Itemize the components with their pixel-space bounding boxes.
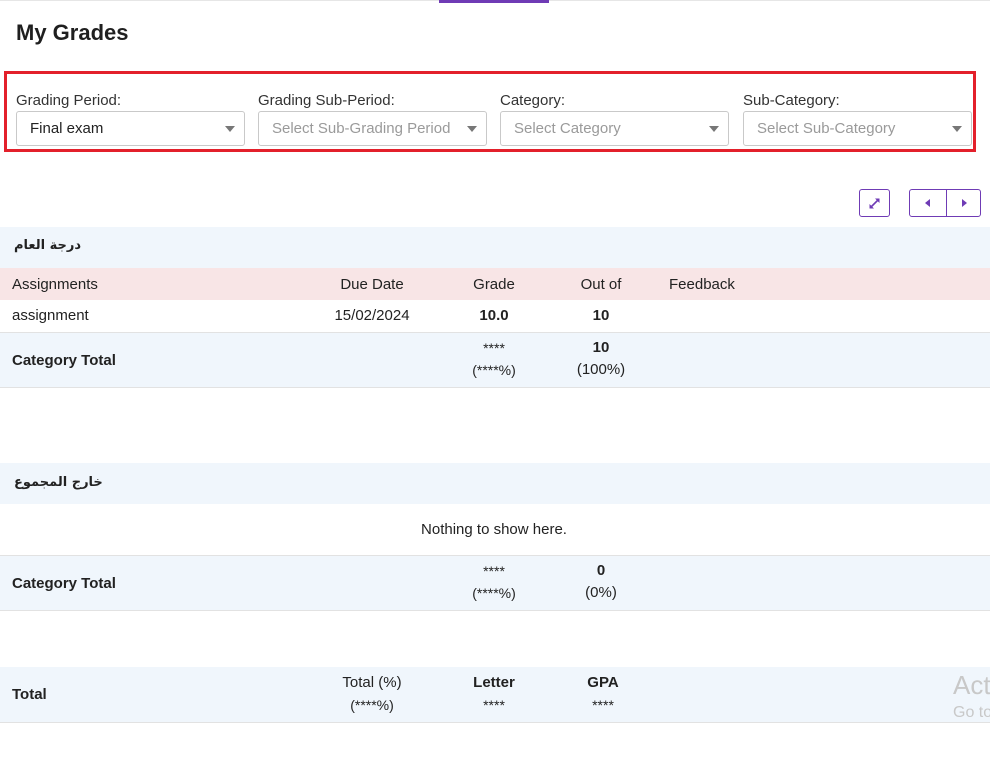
total-out-of-value: 10 (592, 339, 610, 356)
expand-button[interactable] (859, 189, 890, 217)
table-header-row: Assignments Due Date Grade Out of Feedba… (0, 268, 990, 300)
letter-value: **** (483, 697, 505, 713)
grading-period-select[interactable]: Final exam (16, 111, 245, 146)
sub-category-placeholder: Select Sub-Category (757, 120, 896, 137)
filters-panel: Grading Period: Final exam Grading Sub-P… (4, 71, 976, 152)
category-total-out-of: 10 (100%) (577, 337, 625, 381)
summary-total-percent: Total (%) (****%) (342, 672, 401, 716)
summary-gpa: GPA **** (587, 672, 618, 716)
category-placeholder: Select Category (514, 120, 621, 137)
category-total-label: Category Total (12, 352, 116, 369)
column-header-out-of: Out of (580, 276, 622, 293)
total-grade-percent: (****%) (472, 585, 516, 601)
grading-period-label: Grading Period: (16, 92, 122, 109)
total-out-of-value: 0 (596, 562, 606, 579)
category-total-out-of: 0 (0%) (585, 560, 617, 604)
sub-category-label: Sub-Category: (743, 92, 840, 109)
assignment-name[interactable]: assignment (12, 307, 89, 324)
activation-watermark: Act (953, 670, 990, 700)
letter-label: Letter (473, 674, 515, 691)
summary-total-label: Total (12, 686, 47, 703)
total-grade-value: **** (483, 340, 505, 356)
category-total-row: Category Total **** (****%) 0 (0%) (0, 556, 990, 611)
pagination-controls (909, 189, 981, 217)
gpa-value: **** (592, 697, 614, 713)
column-header-grade: Grade (473, 276, 515, 293)
active-tab-indicator (439, 0, 549, 3)
total-grade-percent: (****%) (472, 362, 516, 378)
total-grade-value: **** (483, 563, 505, 579)
empty-state-row: Nothing to show here. (0, 504, 990, 556)
chevron-down-icon (709, 126, 719, 132)
page-title: My Grades (16, 20, 129, 45)
total-percent-label: Total (%) (342, 674, 402, 691)
expand-icon (869, 198, 880, 209)
grading-sub-period-label: Grading Sub-Period: (258, 92, 395, 109)
sub-category-select[interactable]: Select Sub-Category (743, 111, 972, 146)
category-name: درجة العام (14, 238, 82, 253)
category-total-label: Category Total (12, 575, 116, 592)
pager-divider (946, 190, 947, 216)
summary-row: Total Total (%) (****%) Letter **** GPA … (0, 667, 990, 723)
due-date: 15/02/2024 (334, 307, 410, 324)
category-header: خارج المجموع (0, 463, 990, 504)
column-header-assignments: Assignments (12, 276, 98, 293)
total-out-of-percent: (0%) (585, 584, 617, 601)
empty-state-message: Nothing to show here. (421, 521, 567, 538)
grading-sub-period-select[interactable]: Select Sub-Grading Period (258, 111, 487, 146)
column-header-feedback: Feedback (669, 276, 735, 293)
gpa-label: GPA (587, 674, 619, 691)
column-header-due-date: Due Date (340, 276, 404, 293)
chevron-down-icon (225, 126, 235, 132)
total-percent-value: (****%) (350, 697, 394, 713)
grading-sub-period-placeholder: Select Sub-Grading Period (272, 120, 451, 137)
chevron-down-icon (952, 126, 962, 132)
category-total-grade: **** (****%) (472, 560, 516, 604)
category-total-row: Category Total **** (****%) 10 (100%) (0, 333, 990, 388)
category-total-grade: **** (****%) (472, 337, 516, 381)
grade-value: 10.0 (479, 307, 509, 324)
category-header: درجة العام (0, 227, 990, 268)
summary-letter: Letter **** (473, 672, 515, 716)
total-out-of-percent: (100%) (576, 361, 626, 378)
table-row: assignment 15/02/2024 10.0 10 (0, 300, 990, 333)
chevron-down-icon (467, 126, 477, 132)
caret-left-icon[interactable] (925, 199, 930, 207)
caret-right-icon[interactable] (962, 199, 967, 207)
grading-period-value: Final exam (30, 120, 104, 137)
category-select[interactable]: Select Category (500, 111, 729, 146)
out-of-value: 10 (592, 307, 610, 324)
activation-watermark-subtext: Go to (953, 704, 990, 721)
category-name: خارج المجموع (14, 475, 103, 490)
category-label: Category: (500, 92, 566, 109)
